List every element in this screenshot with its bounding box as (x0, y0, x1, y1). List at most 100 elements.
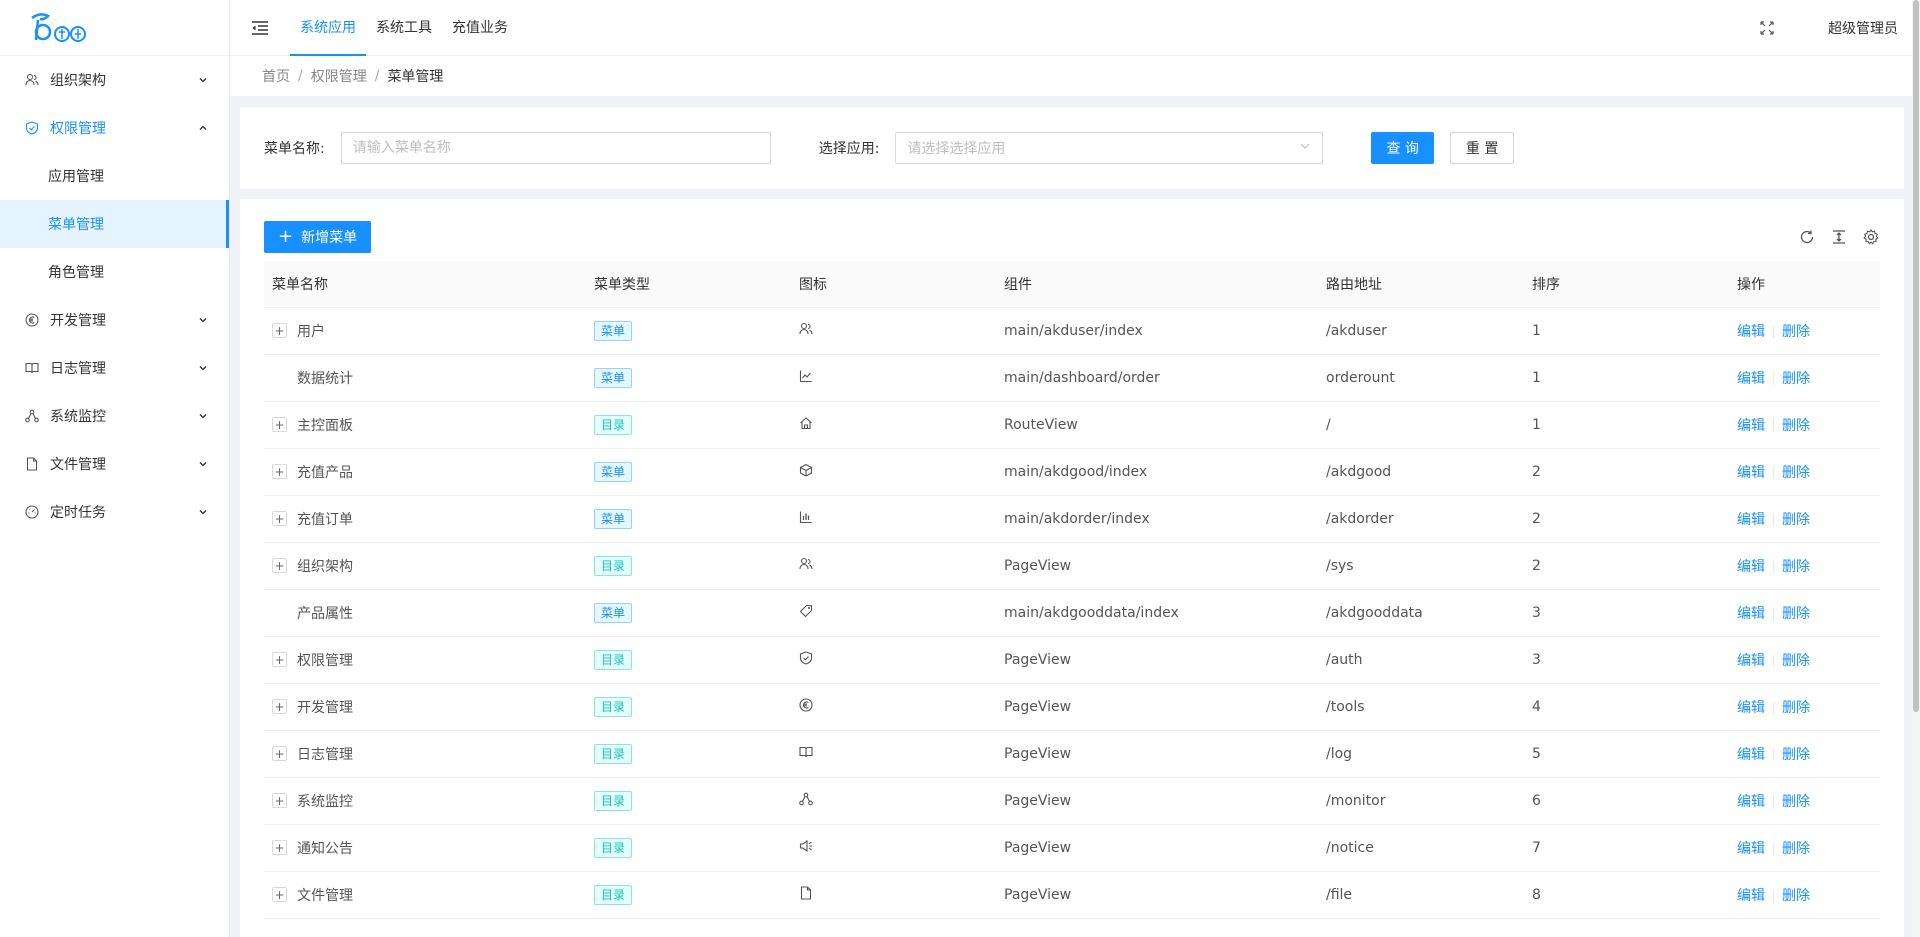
delete-link[interactable]: 删除 (1782, 841, 1810, 857)
menu-name-text: 开发管理 (297, 699, 353, 716)
breadcrumb-current: 菜单管理 (387, 69, 444, 85)
tab-system-tools[interactable]: 系统工具 (366, 0, 442, 56)
delete-link[interactable]: 删除 (1782, 747, 1810, 763)
cell-menu-type: 目录 (586, 730, 791, 778)
delete-link[interactable]: 删除 (1782, 794, 1810, 810)
scrollbar-thumb[interactable] (1913, 0, 1919, 712)
expand-row-icon[interactable]: + (272, 464, 287, 479)
delete-link[interactable]: 删除 (1782, 512, 1810, 528)
menu-name-text: 权限管理 (297, 652, 353, 669)
cell-menu-name: + 通知公告 (264, 824, 586, 872)
delete-link[interactable]: 删除 (1782, 700, 1810, 716)
tab-system-app[interactable]: 系统应用 (290, 0, 366, 56)
edit-link[interactable]: 编辑 (1737, 888, 1765, 904)
cell-actions: 编辑 删除 (1729, 824, 1880, 872)
cell-menu-name: 产品属性 (264, 589, 586, 637)
edit-link[interactable]: 编辑 (1737, 606, 1765, 622)
cell-route: /sys (1318, 542, 1524, 590)
submenu-item-2[interactable]: 角色管理 (0, 248, 229, 296)
expand-row-icon[interactable]: + (272, 323, 287, 338)
expand-row-icon[interactable]: + (272, 840, 287, 855)
edit-link[interactable]: 编辑 (1737, 465, 1765, 481)
sidebar-item-label: 组织架构 (50, 73, 106, 89)
cell-icon (791, 777, 996, 825)
delete-link[interactable]: 删除 (1782, 465, 1810, 481)
edit-link[interactable]: 编辑 (1737, 371, 1765, 387)
submenu-item-0[interactable]: 应用管理 (0, 152, 229, 200)
reload-icon[interactable] (1798, 228, 1816, 246)
table-row: + 日志管理 目录 PageView/log 5 编辑 删除 (264, 730, 1880, 778)
page-scrollbar[interactable] (1912, 0, 1920, 937)
shield-icon (799, 650, 815, 667)
cell-route: /akduser (1318, 307, 1524, 355)
expand-row-icon[interactable]: + (272, 887, 287, 902)
cell-sort: 3 (1524, 636, 1729, 684)
sidebar-item-0[interactable]: 组织架构 (0, 56, 229, 104)
sidebar-item-5[interactable]: 文件管理 (0, 440, 229, 488)
submenu-item-1[interactable]: 菜单管理 (0, 200, 229, 248)
breadcrumb-auth[interactable]: 权限管理 (311, 66, 367, 86)
user-name[interactable]: 超级管理员 (1828, 18, 1898, 38)
edit-link[interactable]: 编辑 (1737, 841, 1765, 857)
sidebar-item-2[interactable]: 开发管理 (0, 296, 229, 344)
edit-link[interactable]: 编辑 (1737, 559, 1765, 575)
cell-icon (791, 589, 996, 637)
expand-row-icon[interactable]: + (272, 746, 287, 761)
breadcrumb-separator: / (298, 68, 303, 84)
sidebar-item-6[interactable]: 定时任务 (0, 488, 229, 536)
sidebar-item-label: 日志管理 (50, 361, 106, 377)
edit-link[interactable]: 编辑 (1737, 653, 1765, 669)
menu-type-tag: 菜单 (594, 508, 633, 529)
delete-link[interactable]: 删除 (1782, 888, 1810, 904)
delete-link[interactable]: 删除 (1782, 653, 1810, 669)
logo-icon (31, 12, 86, 42)
expand-row-icon[interactable]: + (272, 558, 287, 573)
delete-link[interactable]: 删除 (1782, 324, 1810, 340)
delete-link[interactable]: 删除 (1782, 559, 1810, 575)
app-select[interactable]: 请选择选择应用 (895, 132, 1324, 164)
menu-name-text: 充值产品 (297, 464, 353, 481)
expand-row-icon[interactable]: + (272, 417, 287, 432)
edit-link[interactable]: 编辑 (1737, 512, 1765, 528)
menu-name-text: 系统监控 (297, 793, 353, 810)
reset-button[interactable]: 重 置 (1449, 132, 1515, 164)
table-row: + 通知公告 目录 PageView/notice 7 编辑 删除 (264, 824, 1880, 872)
expand-row-icon[interactable]: + (272, 511, 287, 526)
setting-icon[interactable] (1862, 228, 1880, 246)
delete-link[interactable]: 删除 (1782, 371, 1810, 387)
query-button[interactable]: 查 询 (1371, 132, 1434, 164)
menu-name-input[interactable] (340, 132, 771, 164)
expand-row-icon[interactable]: + (272, 699, 287, 714)
cell-icon (791, 401, 996, 449)
table-row: + 权限管理 目录 PageView/auth 3 编辑 删除 (264, 636, 1880, 684)
table-row: + 文件管理 目录 PageView/file 8 编辑 删除 (264, 871, 1880, 919)
cell-icon (791, 824, 996, 872)
expand-row-icon[interactable]: + (272, 652, 287, 667)
cell-menu-type: 目录 (586, 824, 791, 872)
expand-row-icon[interactable]: + (272, 793, 287, 808)
edit-link[interactable]: 编辑 (1737, 794, 1765, 810)
cell-menu-type: 目录 (586, 401, 791, 449)
fullscreen-icon[interactable] (1760, 20, 1774, 35)
breadcrumb-home[interactable]: 首页 (262, 66, 290, 86)
tab-recharge-business[interactable]: 充值业务 (442, 0, 518, 56)
sidebar-item-label: 权限管理 (50, 121, 106, 137)
column-height-icon[interactable] (1830, 228, 1848, 246)
add-menu-button[interactable]: + 新增菜单 (264, 221, 372, 253)
delete-link[interactable]: 删除 (1782, 606, 1810, 622)
edit-link[interactable]: 编辑 (1737, 747, 1765, 763)
edit-link[interactable]: 编辑 (1737, 700, 1765, 716)
edit-link[interactable]: 编辑 (1737, 324, 1765, 340)
menu-fold-icon[interactable] (250, 18, 270, 38)
delete-link[interactable]: 删除 (1782, 418, 1810, 434)
edit-link[interactable]: 编辑 (1737, 418, 1765, 434)
sidebar-item-4[interactable]: 系统监控 (0, 392, 229, 440)
cell-menu-name: + 组织架构 (264, 542, 586, 590)
cell-route: /auth (1318, 636, 1524, 684)
cell-actions: 编辑 删除 (1729, 730, 1880, 778)
sidebar-item-1[interactable]: 权限管理 (0, 104, 229, 152)
cell-icon (791, 871, 996, 919)
logo[interactable] (0, 0, 229, 56)
sidebar-item-3[interactable]: 日志管理 (0, 344, 229, 392)
search-panel: 菜单名称: 选择应用: 请选择选择应用 查 询 重 置 (240, 107, 1904, 189)
